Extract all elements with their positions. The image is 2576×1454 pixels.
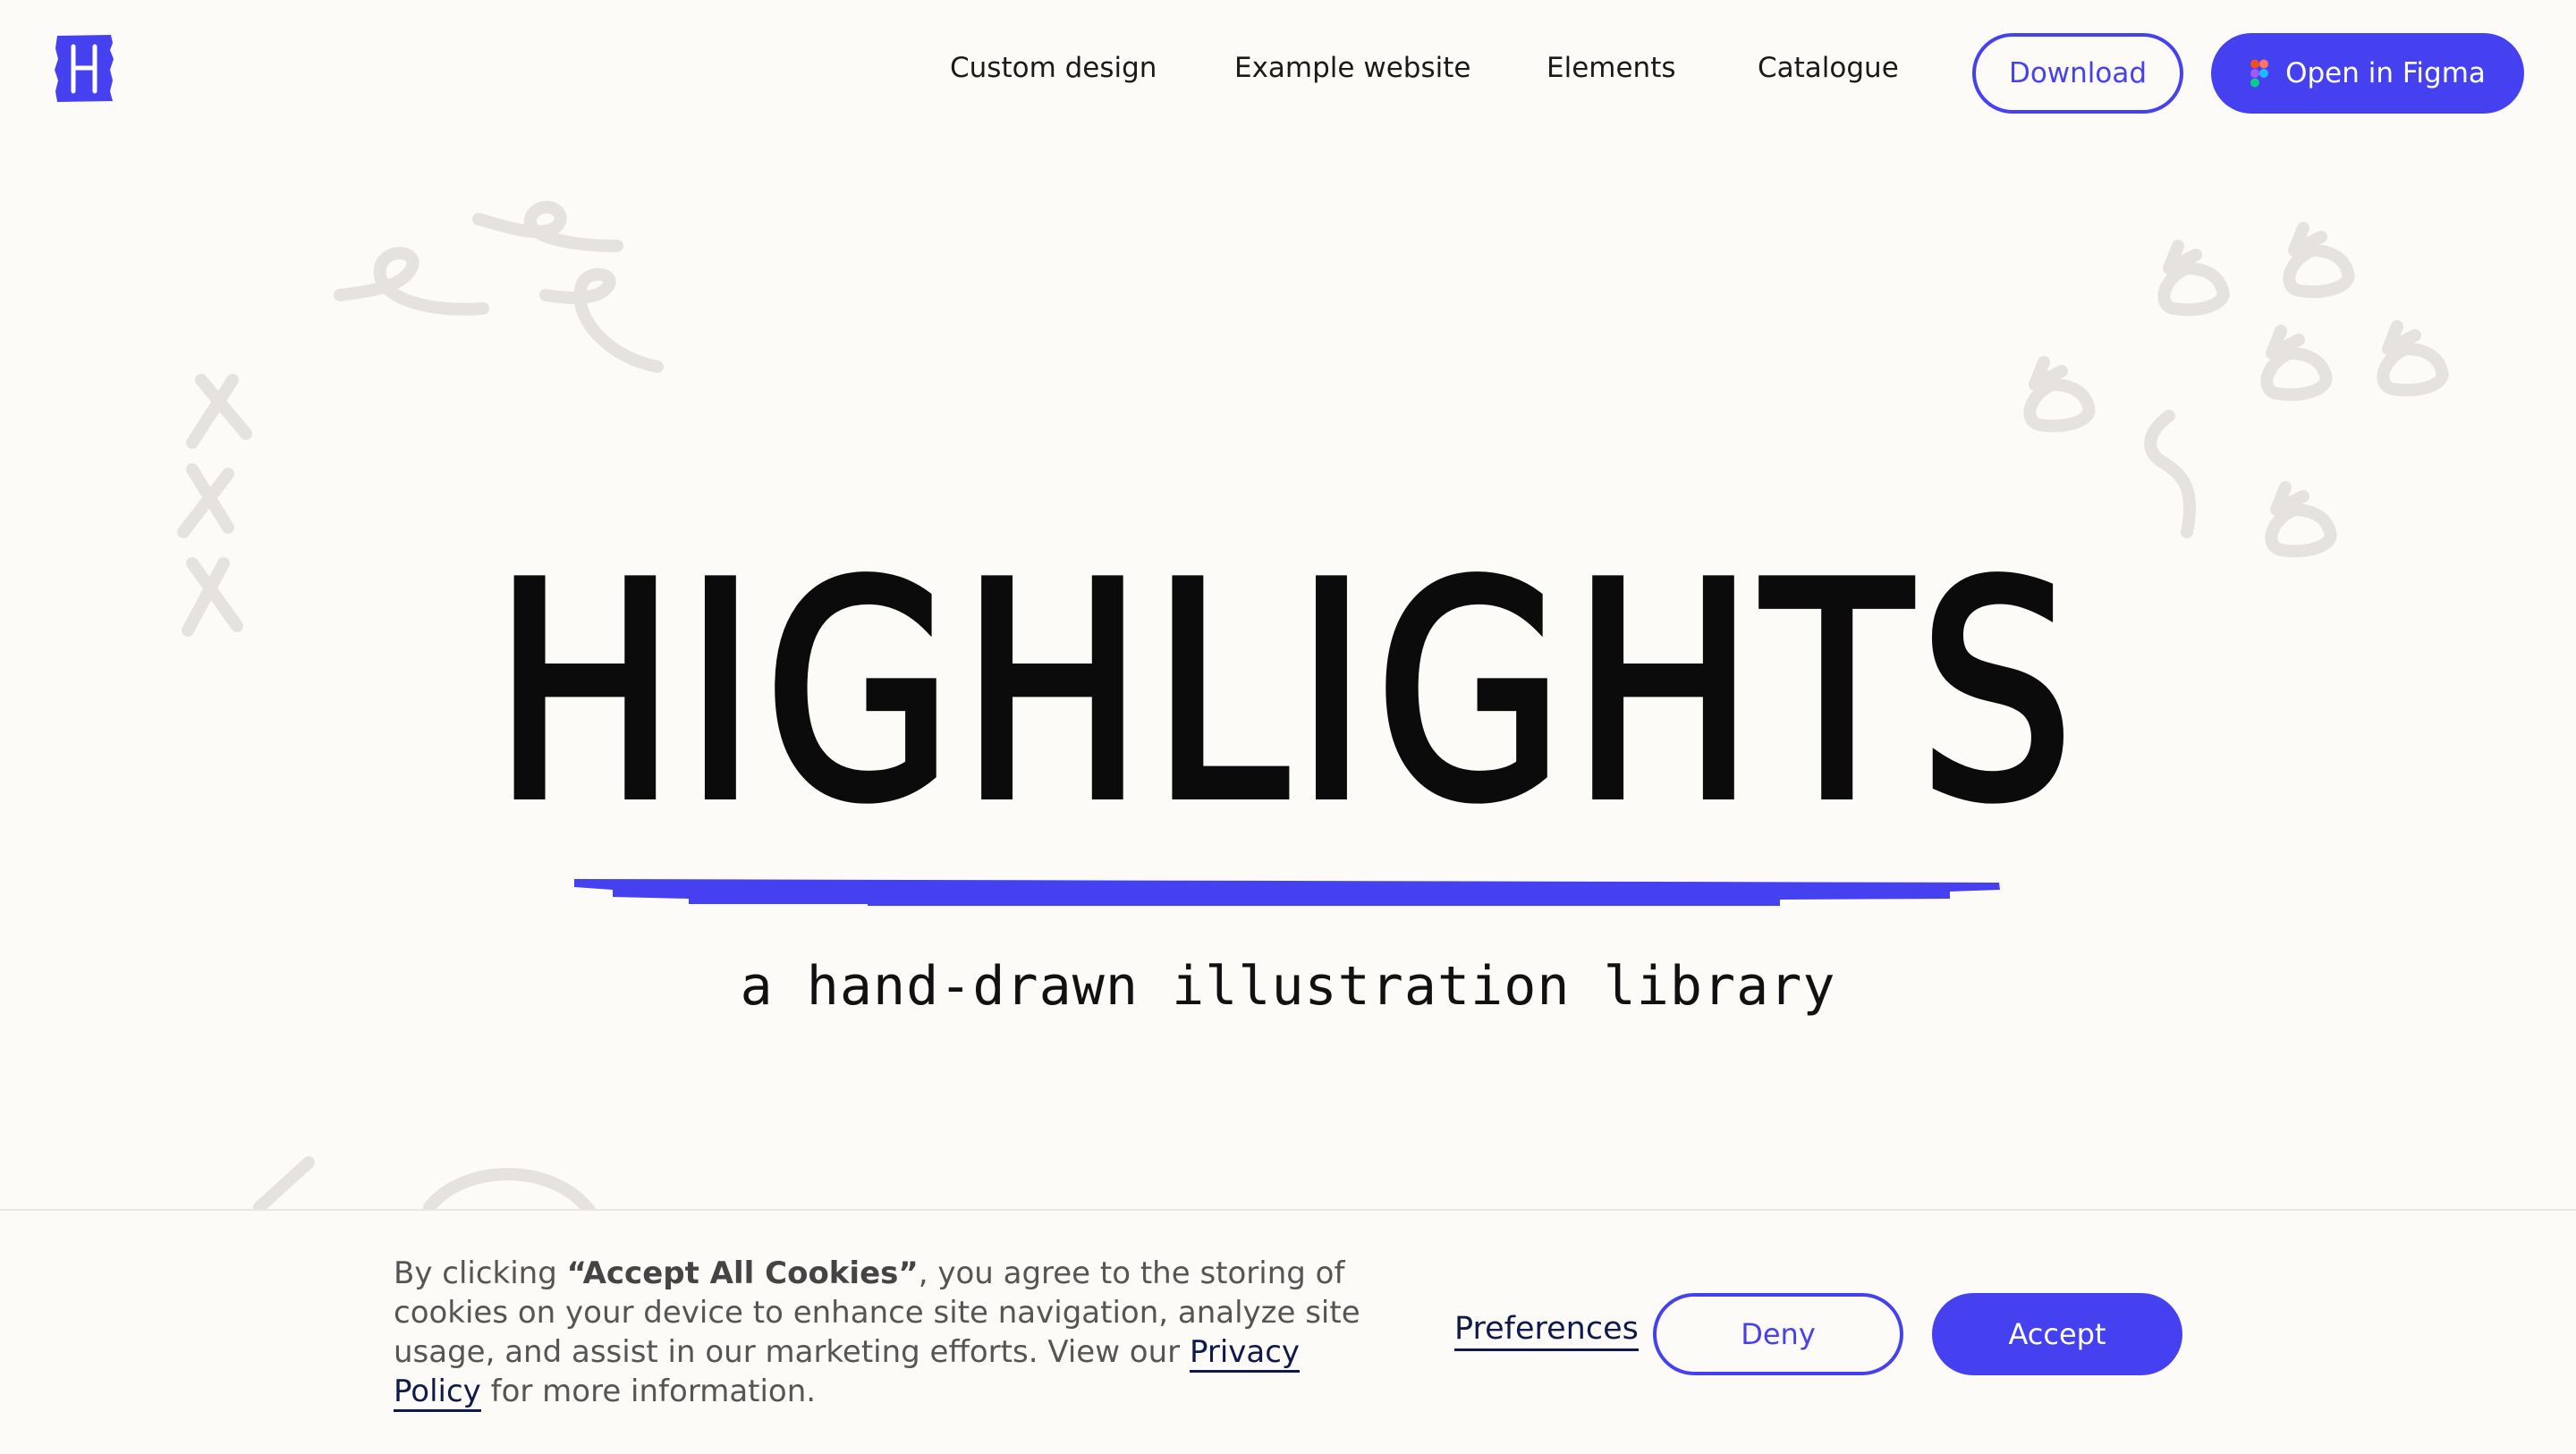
preferences-link[interactable]: Preferences: [1454, 1311, 1639, 1351]
cookie-message: By clicking “Accept All Cookies”, you ag…: [394, 1254, 1395, 1412]
hero-title: HIGHLIGHTS: [490, 521, 2082, 865]
accept-button-label: Accept: [2008, 1317, 2106, 1351]
download-button[interactable]: Download: [1972, 33, 2183, 114]
deny-button-label: Deny: [1741, 1317, 1816, 1351]
cookie-banner: By clicking “Accept All Cookies”, you ag…: [0, 1209, 2576, 1454]
open-in-figma-button[interactable]: Open in Figma: [2211, 33, 2524, 114]
figma-icon: [2250, 59, 2269, 88]
cookie-text-before: By clicking: [394, 1255, 567, 1291]
top-nav: Custom design Example website Elements C…: [0, 0, 2576, 143]
hand-drawn-underline: [574, 879, 2000, 906]
deny-button[interactable]: Deny: [1653, 1293, 1903, 1375]
open-in-figma-label: Open in Figma: [2285, 57, 2486, 89]
nav-link-custom-design[interactable]: Custom design: [950, 52, 1157, 84]
nav-link-catalogue[interactable]: Catalogue: [1758, 52, 1899, 84]
cookie-text-bold: “Accept All Cookies”: [566, 1255, 919, 1291]
page: Custom design Example website Elements C…: [0, 0, 2576, 1454]
nav-link-example-website[interactable]: Example website: [1234, 52, 1470, 84]
accept-button[interactable]: Accept: [1932, 1293, 2182, 1375]
nav-link-elements[interactable]: Elements: [1546, 52, 1676, 84]
hero-subtitle: a hand-drawn illustration library: [740, 955, 1836, 1018]
h-letter-logo-icon[interactable]: [54, 32, 114, 104]
cookie-text-after: for more information.: [480, 1374, 817, 1409]
download-button-label: Download: [2008, 57, 2148, 89]
